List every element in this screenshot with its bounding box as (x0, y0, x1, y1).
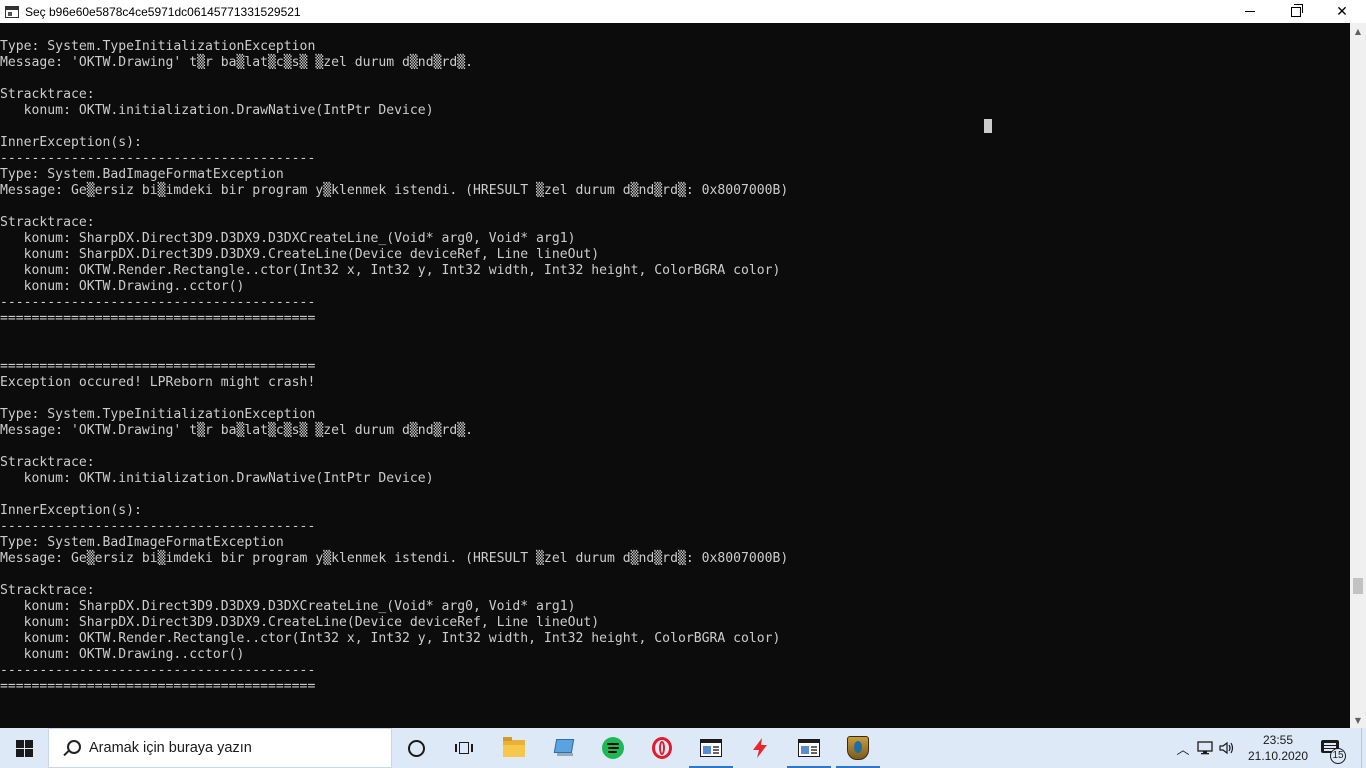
taskbar-app-lightning[interactable] (736, 728, 784, 768)
console-line: Stracktrace: (0, 583, 95, 598)
this-pc-icon (553, 739, 575, 757)
search-box[interactable]: Aramak için buraya yazın (48, 728, 392, 768)
console-line: Type: System.BadImageFormatException (0, 167, 284, 182)
console-line: ======================================== (0, 359, 316, 374)
console-line: Message: 'OKTW.Drawing' t▒r ba▒lat▒c▒s▒ … (0, 55, 473, 70)
taskbar-app-console-1[interactable] (687, 728, 735, 768)
console-line: konum: SharpDX.Direct3D9.D3DX9.CreateLin… (0, 615, 600, 630)
taskbar-app-spotify[interactable] (589, 728, 637, 768)
spotify-icon (602, 737, 624, 759)
task-view-button[interactable] (440, 728, 488, 768)
console-window-icon[interactable] (5, 5, 19, 18)
console-line: konum: OKTW.initialization.DrawNative(In… (0, 103, 434, 118)
taskbar-clock[interactable]: 23:55 21.10.2020 (1242, 732, 1314, 764)
search-icon (61, 737, 83, 759)
console-line: ---------------------------------------- (0, 295, 316, 310)
clock-date: 21.10.2020 (1247, 749, 1309, 763)
minimize-icon (1245, 11, 1255, 12)
opera-icon (652, 737, 672, 759)
network-button[interactable] (1194, 728, 1216, 768)
taskbar-app-league-of-legends[interactable] (834, 728, 882, 768)
console-line: ---------------------------------------- (0, 151, 316, 166)
scroll-up-button[interactable]: ▲ (1350, 23, 1366, 39)
show-hidden-icons-button[interactable]: ︿ (1172, 728, 1194, 768)
task-view-icon (455, 740, 473, 756)
console-line: Stracktrace: (0, 455, 95, 470)
taskbar-app-file-explorer[interactable] (490, 728, 538, 768)
console-line: konum: SharpDX.Direct3D9.D3DX9.D3DXCreat… (0, 231, 576, 246)
console-line: konum: OKTW.initialization.DrawNative(In… (0, 471, 434, 486)
console-line: Exception occured! LPReborn might crash! (0, 375, 316, 390)
taskbar-app-console-2[interactable] (785, 728, 833, 768)
console-text: Type: System.TypeInitializationException… (0, 39, 788, 695)
console-line: Message: Ge▒ersiz bi▒imdeki bir program … (0, 551, 789, 566)
console-app-icon (700, 739, 722, 757)
volume-icon (1219, 741, 1234, 755)
chevron-up-icon: ▲ (1354, 26, 1362, 36)
search-placeholder: Aramak için buraya yazın (89, 740, 252, 756)
network-icon (1197, 741, 1213, 755)
cortana-icon (407, 739, 425, 757)
minimize-button[interactable] (1227, 0, 1273, 23)
action-center-button[interactable]: 15 (1318, 736, 1346, 764)
volume-button[interactable] (1216, 728, 1238, 768)
taskbar: Aramak için buraya yazın ︿ 23:55 21.10.2… (0, 728, 1366, 768)
scroll-thumb[interactable] (1353, 578, 1363, 594)
console-line: konum: OKTW.Render.Rectangle..ctor(Int32… (0, 631, 781, 646)
close-button[interactable]: ✕ (1319, 0, 1365, 23)
console-output-area[interactable]: Type: System.TypeInitializationException… (0, 23, 1350, 728)
close-icon: ✕ (1336, 3, 1348, 20)
console-line: Type: System.BadImageFormatException (0, 535, 284, 550)
maximize-button[interactable] (1273, 0, 1319, 23)
league-of-legends-icon (847, 736, 869, 760)
restore-icon (1291, 3, 1303, 17)
console-line: konum: OKTW.Render.Rectangle..ctor(Int32… (0, 263, 781, 278)
system-tray: ︿ (1172, 728, 1238, 768)
text-cursor (984, 119, 992, 133)
console-line: Stracktrace: (0, 215, 95, 230)
console-line: ======================================== (0, 679, 316, 694)
windows-logo-icon (15, 739, 33, 757)
console-line: konum: SharpDX.Direct3D9.D3DX9.D3DXCreat… (0, 599, 576, 614)
console-app-icon (798, 739, 820, 757)
cortana-button[interactable] (392, 728, 440, 768)
console-line: ======================================== (0, 311, 316, 326)
vertical-scrollbar[interactable]: ▲ ▼ (1350, 23, 1366, 728)
console-line: Message: Ge▒ersiz bi▒imdeki bir program … (0, 183, 789, 198)
console-line: Type: System.TypeInitializationException (0, 39, 316, 54)
console-line: ---------------------------------------- (0, 519, 316, 534)
title-bar[interactable]: Seç b96e60e5878c4ce5971dc061457713315295… (0, 0, 1366, 23)
console-line: konum: SharpDX.Direct3D9.D3DX9.CreateLin… (0, 247, 600, 262)
console-line: Type: System.TypeInitializationException (0, 407, 316, 422)
console-line: InnerException(s): (0, 503, 142, 518)
console-line: ---------------------------------------- (0, 663, 316, 678)
start-button[interactable] (0, 728, 48, 768)
console-line: konum: OKTW.Drawing..cctor() (0, 647, 245, 662)
scroll-down-button[interactable]: ▼ (1350, 712, 1366, 728)
window-title: Seç b96e60e5878c4ce5971dc061457713315295… (25, 4, 301, 19)
chevron-down-icon: ▼ (1354, 715, 1362, 725)
chevron-up-icon: ︿ (1176, 742, 1190, 758)
file-explorer-icon (503, 736, 525, 757)
show-desktop-button[interactable] (1361, 728, 1366, 768)
lightning-app-icon (753, 738, 767, 758)
clock-time: 23:55 (1262, 733, 1294, 747)
console-line: Stracktrace: (0, 87, 95, 102)
console-line: Message: 'OKTW.Drawing' t▒r ba▒lat▒c▒s▒ … (0, 423, 473, 438)
taskbar-app-opera[interactable] (638, 728, 686, 768)
console-line: InnerException(s): (0, 135, 142, 150)
notification-count-badge: 15 (1330, 748, 1346, 764)
console-line: konum: OKTW.Drawing..cctor() (0, 279, 245, 294)
taskbar-app-this-pc[interactable] (540, 728, 588, 768)
